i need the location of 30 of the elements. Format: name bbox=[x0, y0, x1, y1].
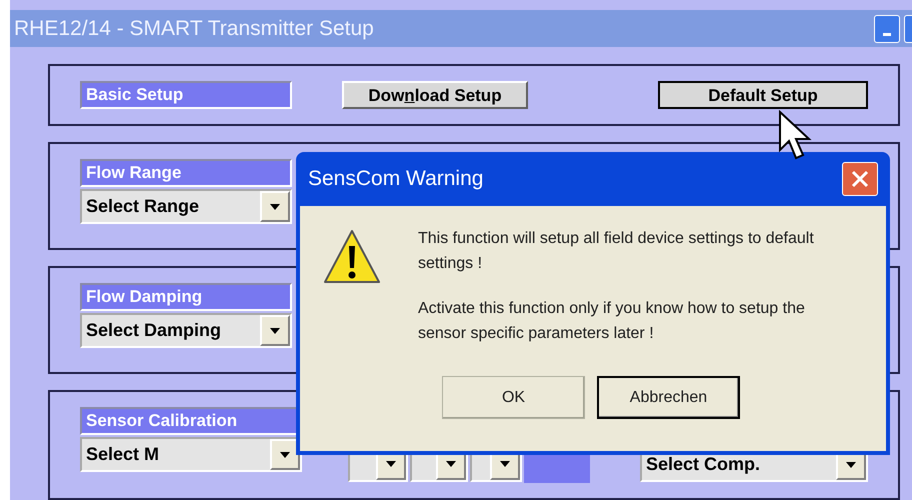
caret-icon bbox=[846, 462, 856, 468]
warning-icon bbox=[322, 228, 382, 286]
dropdown[interactable]: Select M bbox=[80, 437, 302, 472]
section-label: Flow Damping bbox=[80, 283, 292, 311]
caret-icon bbox=[280, 452, 290, 458]
cursor-icon bbox=[778, 110, 814, 162]
dialog-title: SensCom Warning bbox=[308, 166, 484, 192]
dialog-button[interactable]: OK bbox=[442, 376, 585, 419]
caret-icon bbox=[386, 461, 396, 467]
warning-message: This function will setup all field device settings to default settings ! bbox=[418, 229, 815, 274]
maximize-button[interactable] bbox=[904, 14, 912, 42]
warning-message: Activate this function only if you know how to setup the sensor specific parameters later ! bbox=[418, 299, 806, 344]
dropdown[interactable]: Select Range bbox=[80, 189, 292, 224]
dropdown-arrow-button[interactable] bbox=[270, 439, 300, 470]
minimize-button[interactable] bbox=[874, 14, 900, 42]
setup-button[interactable]: Download Setup bbox=[342, 81, 528, 109]
caret-icon bbox=[270, 204, 280, 210]
section-label: Basic Setup bbox=[80, 81, 292, 109]
dropdown[interactable]: Select Damping bbox=[80, 313, 292, 348]
dropdown-arrow-button[interactable] bbox=[260, 315, 290, 346]
dialog-button[interactable]: Abbrechen bbox=[597, 376, 740, 419]
section-label: Flow Range bbox=[80, 159, 292, 187]
close-icon bbox=[851, 170, 869, 188]
setup-button[interactable]: Default Setup bbox=[658, 81, 868, 109]
window-title: RHE12/14 - SMART Transmitter Setup bbox=[13, 16, 374, 42]
caret-icon bbox=[270, 328, 280, 334]
close-button[interactable] bbox=[842, 162, 878, 196]
dropdown-arrow-button[interactable] bbox=[260, 191, 290, 222]
caret-icon bbox=[446, 461, 456, 467]
caret-icon bbox=[500, 461, 510, 467]
